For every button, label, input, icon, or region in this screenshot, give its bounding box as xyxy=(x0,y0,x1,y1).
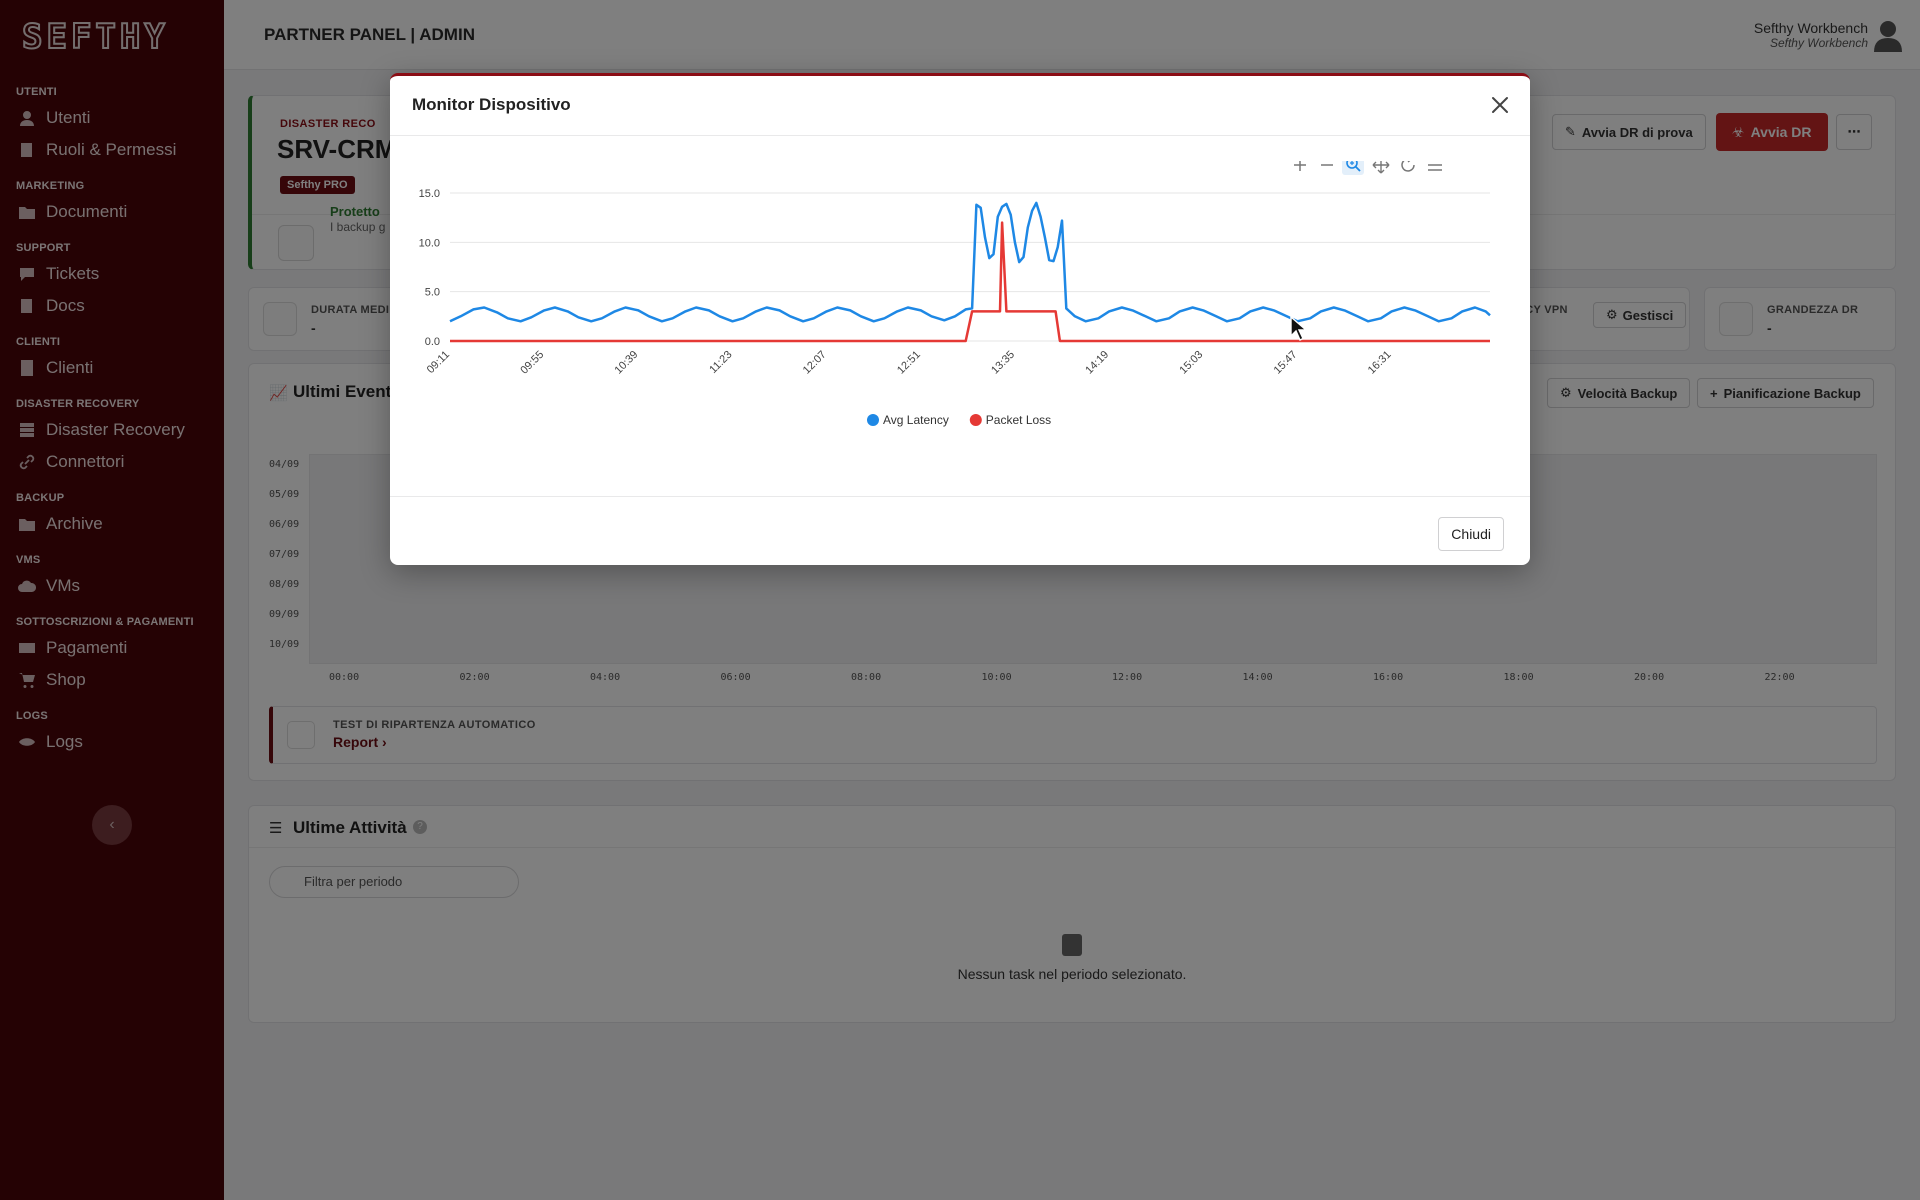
mouse-cursor-icon xyxy=(1290,316,1308,341)
selection-zoom-icon[interactable] xyxy=(1342,161,1364,175)
close-button[interactable]: Chiudi xyxy=(1438,517,1504,551)
modal-footer: Chiudi xyxy=(390,496,1530,568)
close-icon[interactable] xyxy=(1488,93,1512,117)
zoom-in-icon[interactable] xyxy=(1294,161,1306,171)
chart-series xyxy=(449,201,1491,343)
x-tick-label: 15:03 xyxy=(1177,349,1205,377)
chart-toolbar xyxy=(1294,161,1442,175)
legend-label: Packet Loss xyxy=(986,413,1051,427)
x-tick-label: 13:35 xyxy=(989,349,1017,377)
y-tick-label: 10.0 xyxy=(419,237,440,249)
x-tick-label: 14:19 xyxy=(1083,349,1111,377)
x-tick-label: 09:55 xyxy=(518,349,546,377)
pan-icon[interactable] xyxy=(1372,161,1390,174)
modal-title: Monitor Dispositivo xyxy=(412,95,571,114)
menu-icon[interactable] xyxy=(1428,161,1442,171)
chart-legend[interactable]: Avg Latency Packet Loss xyxy=(867,413,1051,427)
y-tick-label: 0.0 xyxy=(425,336,440,348)
x-tick-label: 12:51 xyxy=(895,349,923,377)
x-tick-label: 15:47 xyxy=(1272,349,1300,377)
chart-x-ticks: 09:11 09:55 10:39 11:23 12:07 12:51 13:35 14:19… xyxy=(425,349,1394,377)
legend-label: Avg Latency xyxy=(883,413,949,427)
x-tick-label: 12:07 xyxy=(801,349,829,377)
x-tick-label: 09:11 xyxy=(425,349,452,376)
legend-marker xyxy=(867,414,879,426)
y-tick-label: 15.0 xyxy=(419,188,440,200)
y-tick-label: 5.0 xyxy=(425,287,440,299)
reset-zoom-icon[interactable] xyxy=(1401,161,1415,172)
modal-header: Monitor Dispositivo xyxy=(390,76,1530,136)
latency-chart[interactable]: 0.0 5.0 10.0 15.0 09:11 09:55 10:39 11:23 12:07… xyxy=(410,161,1510,461)
x-tick-label: 10:39 xyxy=(612,349,640,377)
series-line-packet-loss[interactable] xyxy=(450,221,1490,343)
legend-marker xyxy=(969,414,982,426)
device-monitor-modal: Monitor Dispositivo 0.0 5.0 10.0 15.0 09:11… xyxy=(390,73,1530,565)
chart-y-ticks: 0.0 5.0 10.0 15.0 xyxy=(419,188,440,348)
series-line-avg-latency[interactable] xyxy=(449,201,1491,323)
x-tick-label: 16:31 xyxy=(1366,349,1394,377)
x-tick-label: 11:23 xyxy=(707,349,734,376)
